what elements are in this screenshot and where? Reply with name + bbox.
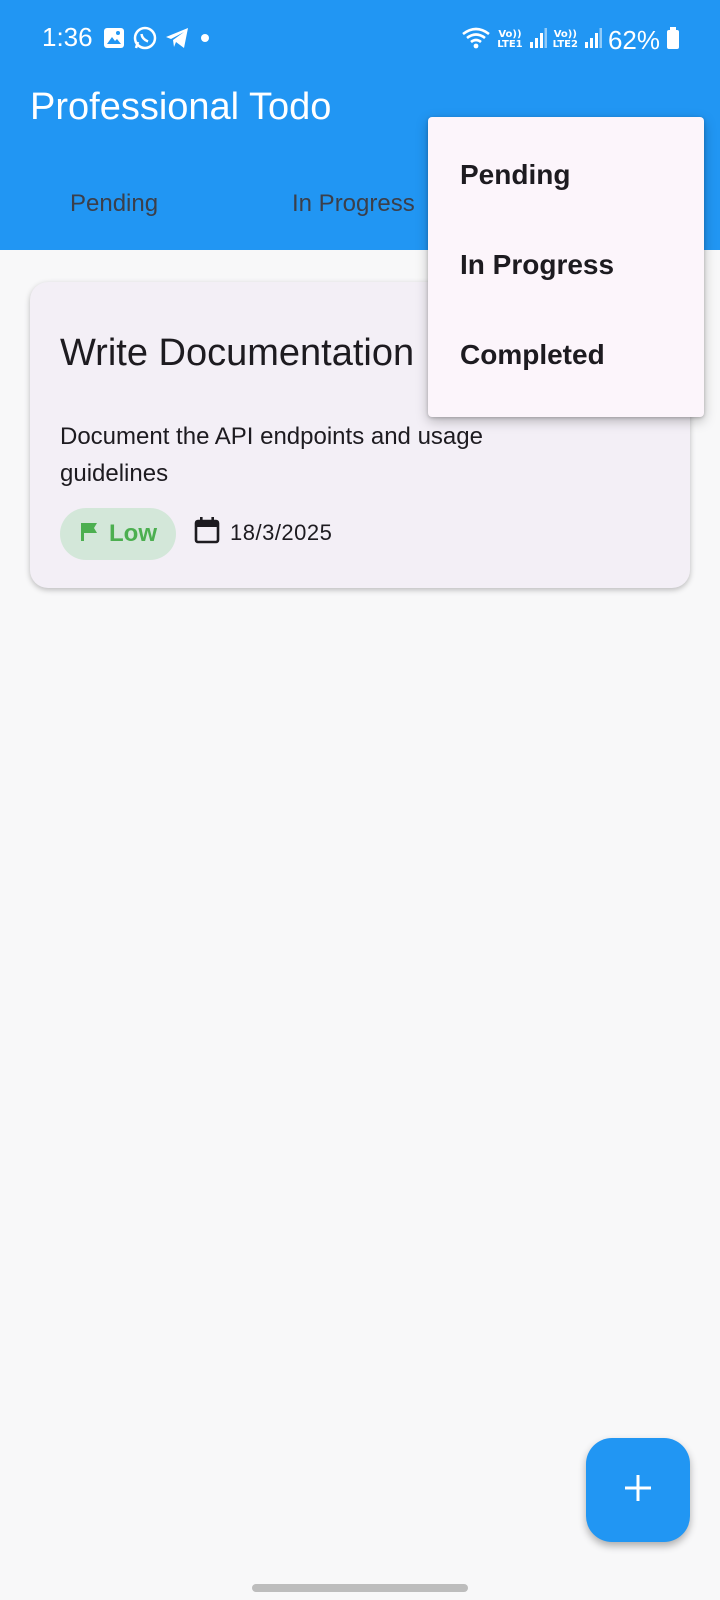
gallery-icon [102,26,126,55]
due-date-text: 18/3/2025 [230,519,333,545]
due-date: 18/3/2025 [194,516,332,549]
notification-dot-icon [196,29,214,52]
app-title: Professional Todo [30,86,332,128]
priority-label: Low [109,520,157,547]
calendar-icon [194,516,220,549]
home-indicator[interactable] [252,1584,468,1592]
wifi-icon [461,26,491,55]
telegram-icon [164,26,190,55]
menu-item-pending[interactable]: Pending [460,159,570,191]
flag-icon [79,521,99,548]
status-dropdown-menu: Pending In Progress Completed [428,117,704,417]
battery-percentage: 62% [607,24,660,55]
task-title: Write Documentation [60,332,415,374]
signal-icon [529,27,547,54]
signal-icon [584,27,602,54]
plus-icon [623,1473,653,1508]
menu-item-in-progress[interactable]: In Progress [460,249,614,281]
tab-pending[interactable]: Pending [70,190,158,218]
sim1-network-label: Vo)) LTE1 [497,29,523,50]
status-icons-left [102,25,214,56]
add-task-button[interactable] [586,1438,690,1542]
status-icons-right: Vo)) LTE1 Vo)) LTE2 62% [461,22,680,58]
status-bar: 1:36 Vo)) LTE1 Vo)) LTE2 62% [0,0,720,80]
sim2-network-label: Vo)) LTE2 [552,29,578,50]
task-description: Document the API endpoints and usage gui… [60,423,483,487]
tab-in-progress[interactable]: In Progress [292,190,415,218]
priority-badge: Low [60,508,176,560]
battery-icon [666,26,680,55]
whatsapp-icon [132,25,158,56]
menu-item-completed[interactable]: Completed [460,339,605,371]
status-time: 1:36 [42,22,93,52]
